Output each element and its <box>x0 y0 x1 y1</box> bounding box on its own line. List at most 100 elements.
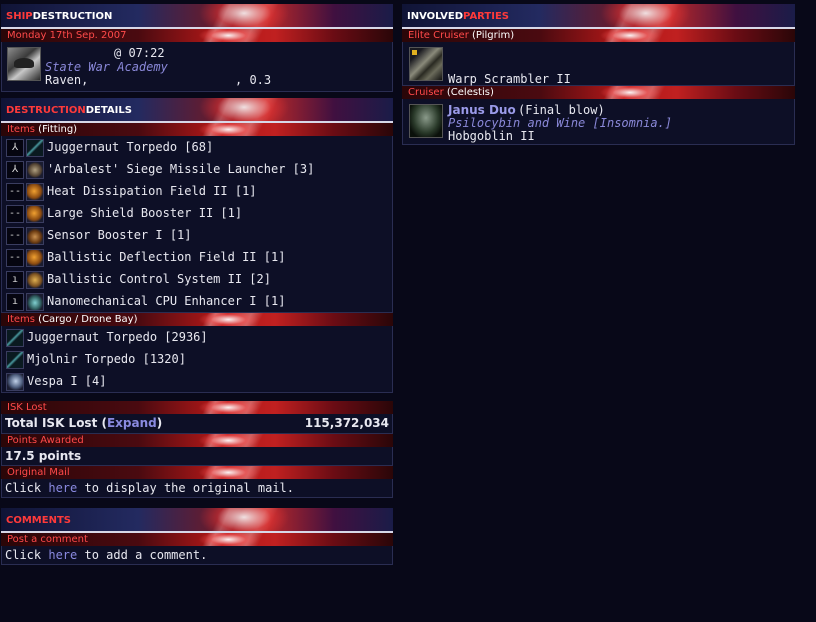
header-white-text: DESTRUCTION <box>32 11 113 22</box>
item-name: Ballistic Deflection Field II [1] <box>47 250 286 264</box>
raven-ship-icon[interactable] <box>7 47 41 81</box>
system-security: , 0.3 <box>235 73 272 87</box>
kill-date: Monday 17th Sep. 2007 <box>1 29 393 42</box>
fitting-label: Items <box>7 124 35 135</box>
points-value: 17.5 points <box>5 449 82 463</box>
item-name: Heat Dissipation Field II [1] <box>47 184 257 198</box>
header-red-text: COMMENTS <box>6 515 71 526</box>
item-name: Large Shield Booster II [1] <box>47 206 243 220</box>
torp-item-icon[interactable] <box>6 329 24 347</box>
add-comment-link[interactable]: here <box>48 548 77 562</box>
header-red-text: SHIP <box>6 11 33 22</box>
cargo-header: Items (Cargo / Drone Bay) <box>1 313 393 326</box>
group-label: Cruiser <box>408 87 444 98</box>
fitting-item-row[interactable]: -- Large Shield Booster II [1] <box>2 202 392 224</box>
original-mail-link[interactable]: here <box>48 481 77 495</box>
kill-time: @ 07:22 <box>114 46 165 60</box>
cargo-paren: (Cargo / Drone Bay) <box>38 314 138 325</box>
pilot-name-link[interactable]: Janus Duo <box>448 103 516 117</box>
victim-corp-link[interactable]: State War Academy <box>45 60 168 74</box>
slot-type-icon: -- <box>6 227 24 245</box>
torp-item-icon[interactable] <box>6 351 24 369</box>
bcs-module-icon[interactable] <box>26 271 44 289</box>
slot-type-icon: -- <box>6 205 24 223</box>
item-name: Ballistic Control System II [2] <box>47 272 271 286</box>
sensor-module-icon[interactable] <box>26 227 44 245</box>
group-label: Elite Cruiser <box>408 30 469 41</box>
fitting-item-row[interactable]: ⅄ Juggernaut Torpedo [68] <box>2 136 392 158</box>
cargo-label: Items <box>7 314 35 325</box>
item-name: Nanomechanical CPU Enhancer I [1] <box>47 294 286 308</box>
fitting-item-row[interactable]: -- Ballistic Deflection Field II [1] <box>2 246 392 268</box>
fitting-item-row[interactable]: ı Nanomechanical CPU Enhancer I [1] <box>2 290 392 312</box>
isk-lost-header: ISK Lost <box>1 401 393 414</box>
isk-value: 115,372,034 <box>304 416 389 430</box>
drone-item-icon[interactable] <box>6 373 24 391</box>
comment-text-post: to add a comment. <box>77 548 208 562</box>
pilgrim-ship-icon[interactable] <box>409 47 443 81</box>
slot-type-icon: ı <box>6 271 24 289</box>
launcher-module-icon[interactable] <box>26 161 44 179</box>
group-ship: (Celestis) <box>446 87 494 98</box>
cargo-item-row[interactable]: Juggernaut Torpedo [2936] <box>2 326 392 348</box>
final-blow-note: (Final blow) <box>518 103 605 117</box>
pilot-portrait-icon[interactable] <box>409 104 443 138</box>
points-row: 17.5 points <box>1 447 393 466</box>
involved-parties-header: INVOLVEDPARTIES <box>402 4 795 29</box>
item-name: Juggernaut Torpedo [68] <box>47 140 214 154</box>
cpu-module-icon[interactable] <box>26 293 44 311</box>
header-red-text: PARTIES <box>463 11 510 22</box>
comment-row: Click here to add a comment. <box>1 546 393 565</box>
party-weapon: Warp Scrambler II <box>448 72 571 86</box>
comments-header: COMMENTS <box>1 508 393 533</box>
left-column: SHIPDESTRUCTION Monday 17th Sep. 2007 @ … <box>1 4 393 565</box>
slot-type-icon: -- <box>6 183 24 201</box>
original-mail-row: Click here to display the original mail. <box>1 479 393 498</box>
torp-module-icon[interactable] <box>26 139 44 157</box>
original-mail-header: Original Mail <box>1 466 393 479</box>
header-white-text: INVOLVED <box>407 11 464 22</box>
item-name: Mjolnir Torpedo [1320] <box>27 352 186 366</box>
isk-lost-row: Total ISK Lost (Expand) 115,372,034 <box>1 414 393 434</box>
heat-module-icon[interactable] <box>26 205 44 223</box>
slot-type-icon: ⅄ <box>6 139 24 157</box>
party-row-janus-duo: Janus Duo (Final blow) Psilocybin and Wi… <box>402 99 795 145</box>
pilot-alliance-link[interactable]: [Insomnia.] <box>593 116 672 130</box>
item-name: Sensor Booster I [1] <box>47 228 192 242</box>
fitting-header: Items (Fitting) <box>1 123 393 136</box>
item-name: 'Arbalest' Siege Missile Launcher [3] <box>47 162 315 176</box>
ship-destruction-header: SHIPDESTRUCTION <box>1 4 393 29</box>
fitting-item-row[interactable]: ı Ballistic Control System II [2] <box>2 268 392 290</box>
cargo-item-row[interactable]: Mjolnir Torpedo [1320] <box>2 348 392 370</box>
group-cruiser-header: Cruiser (Celestis) <box>402 86 795 99</box>
item-name: Vespa I [4] <box>27 374 107 388</box>
mail-text-post: to display the original mail. <box>77 481 295 495</box>
slot-type-icon: ⅄ <box>6 161 24 179</box>
party-row-pilgrim: Warp Scrambler II <box>402 42 795 86</box>
fitting-paren: (Fitting) <box>38 124 78 135</box>
group-ship: (Pilgrim) <box>472 30 515 41</box>
isk-label-end: ) <box>156 416 163 430</box>
cargo-item-row[interactable]: Vespa I [4] <box>2 370 392 392</box>
points-header: Points Awarded <box>1 434 393 447</box>
heat-module-icon[interactable] <box>26 249 44 267</box>
destruction-details-header: DESTRUCTIONDETAILS <box>1 98 393 123</box>
fitting-item-row[interactable]: -- Heat Dissipation Field II [1] <box>2 180 392 202</box>
fitting-item-row[interactable]: ⅄ 'Arbalest' Siege Missile Launcher [3] <box>2 158 392 180</box>
isk-label: Total ISK Lost ( <box>5 416 107 430</box>
pilot-corp-link[interactable]: Psilocybin and Wine <box>448 116 585 130</box>
slot-type-icon: ı <box>6 293 24 311</box>
cargo-list: Juggernaut Torpedo [2936] Mjolnir Torpedo… <box>1 326 393 393</box>
party-weapon: Hobgoblin II <box>448 129 535 143</box>
comment-text-pre: Click <box>5 548 49 562</box>
mail-text-pre: Click <box>5 481 49 495</box>
victim-ship-name: Raven, <box>45 73 89 87</box>
heat-module-icon[interactable] <box>26 183 44 201</box>
expand-link[interactable]: Expand <box>107 416 157 430</box>
right-column: INVOLVEDPARTIES Elite Cruiser (Pilgrim) … <box>402 4 795 145</box>
header-red-text: DESTRUCTION <box>6 105 86 116</box>
header-white-text: DETAILS <box>85 105 132 116</box>
ship-info-panel: @ 07:22 State War Academy Raven, , 0.3 <box>1 42 393 92</box>
fitting-list: ⅄ Juggernaut Torpedo [68] ⅄ 'Arbalest' Sieg… <box>1 136 393 313</box>
fitting-item-row[interactable]: -- Sensor Booster I [1] <box>2 224 392 246</box>
